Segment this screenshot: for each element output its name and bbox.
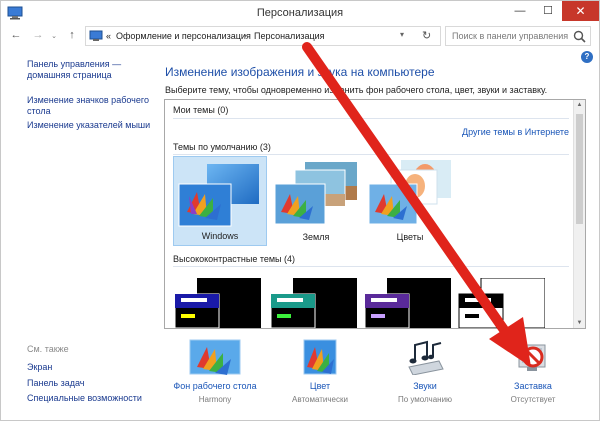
link-display[interactable]: Экран <box>27 362 152 373</box>
help-button[interactable]: ? <box>581 51 593 63</box>
theme-high-contrast-3[interactable] <box>363 278 451 328</box>
theme-high-contrast-2-preview <box>270 278 357 328</box>
desktop-background-label[interactable]: Фон рабочего стола <box>167 381 263 391</box>
screensaver-label[interactable]: Заставка <box>485 381 581 391</box>
link-taskbar[interactable]: Панель задач <box>27 378 152 389</box>
high-contrast-heading: Высококонтрастные темы (4) <box>173 254 296 264</box>
page-description: Выберите тему, чтобы одновременно измени… <box>165 85 548 95</box>
theme-windows[interactable]: Windows <box>173 156 267 246</box>
screensaver-setting[interactable]: Заставка Отсутствует <box>485 339 581 411</box>
theme-earth[interactable]: Земля <box>269 156 363 246</box>
sounds-value: По умолчанию <box>397 395 453 404</box>
theme-high-contrast-2[interactable] <box>269 278 357 328</box>
personalization-window: Персонализация — ☐ ✕ ← → ⌄ ↑ « Оформлени… <box>0 0 600 421</box>
theme-windows-label: Windows <box>201 231 239 241</box>
color-label[interactable]: Цвет <box>272 381 368 391</box>
sounds-icon <box>408 340 444 375</box>
theme-high-contrast-white[interactable] <box>457 277 546 328</box>
default-themes-heading: Темы по умолчанию (3) <box>173 142 271 152</box>
color-value: Автоматически <box>292 395 348 404</box>
breadcrumb-appearance[interactable]: Оформление и персонализация <box>116 31 251 41</box>
link-control-panel-home[interactable]: Панель управления — домашняя страница <box>27 59 152 81</box>
my-themes-heading: Мои темы (0) <box>173 105 229 115</box>
link-change-mouse-pointers[interactable]: Изменение указателей мыши <box>27 120 152 131</box>
sounds-setting[interactable]: Звуки По умолчанию <box>377 339 473 411</box>
scroll-thumb[interactable] <box>576 114 583 224</box>
search-icon[interactable] <box>573 30 586 43</box>
color-setting[interactable]: Цвет Автоматически <box>272 339 368 411</box>
scroll-down-icon[interactable]: ▼ <box>574 320 585 326</box>
minimize-button[interactable]: — <box>506 1 534 21</box>
section-divider <box>173 118 569 119</box>
theme-earth-label: Земля <box>302 232 330 242</box>
theme-flowers[interactable]: Цветы <box>363 156 457 246</box>
theme-high-contrast-1-preview <box>174 278 261 328</box>
title-bar[interactable]: Персонализация — ☐ ✕ <box>1 1 599 27</box>
breadcrumb-personalization[interactable]: Персонализация <box>254 31 325 41</box>
see-also-heading: См. также <box>27 344 69 354</box>
search-input[interactable]: Поиск в панели управления <box>452 31 568 41</box>
theme-high-contrast-1[interactable] <box>173 278 261 328</box>
section-divider <box>173 154 569 155</box>
desktop-background-value: Harmony <box>198 395 232 404</box>
back-button[interactable]: ← <box>9 29 23 41</box>
online-themes-link[interactable]: Другие темы в Интернете <box>462 127 569 137</box>
desktop-background-icon <box>189 339 241 375</box>
search-box[interactable]: Поиск в панели управления <box>445 26 591 46</box>
chevron-down-icon[interactable]: ▾ <box>400 30 404 39</box>
link-change-desktop-icons[interactable]: Изменение значков рабочего стола <box>27 95 152 117</box>
theme-high-contrast-3-preview <box>364 278 451 328</box>
close-button[interactable]: ✕ <box>562 1 599 21</box>
maximize-button[interactable]: ☐ <box>534 1 562 21</box>
theme-flowers-label: Цветы <box>396 232 424 242</box>
color-icon <box>303 339 337 375</box>
up-button[interactable]: ↑ <box>65 29 79 41</box>
page-title: Изменение изображения и звука на компьют… <box>165 65 435 79</box>
navigation-bar: ← → ⌄ ↑ « Оформление и персонализация › … <box>1 25 599 47</box>
recent-locations-button[interactable]: ⌄ <box>47 32 61 40</box>
screensaver-value: Отсутствует <box>510 395 556 404</box>
forward-button[interactable]: → <box>31 29 45 41</box>
control-panel-icon <box>89 30 103 41</box>
breadcrumb-separator[interactable]: › <box>244 31 247 40</box>
desktop-background-setting[interactable]: Фон рабочего стола Harmony <box>167 339 263 411</box>
theme-high-contrast-white-preview <box>458 277 546 328</box>
screensaver-icon <box>518 344 546 371</box>
refresh-icon[interactable]: ↻ <box>422 29 431 42</box>
breadcrumb-overflow[interactable]: « <box>106 31 111 41</box>
scroll-up-icon[interactable]: ▲ <box>574 102 585 108</box>
themes-list[interactable]: Мои темы (0) Другие темы в Интернете Тем… <box>164 99 586 329</box>
themes-scrollbar[interactable]: ▲ ▼ <box>573 100 585 328</box>
link-ease-of-access[interactable]: Специальные возможности <box>27 393 152 404</box>
sounds-label[interactable]: Звуки <box>377 381 473 391</box>
section-divider <box>173 266 569 267</box>
address-bar[interactable]: « Оформление и персонализация › Персонал… <box>85 26 441 46</box>
